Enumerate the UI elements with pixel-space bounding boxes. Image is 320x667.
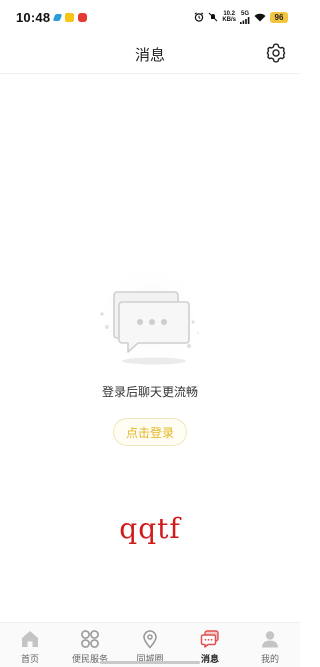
net-speed-unit: KB/s [222, 17, 236, 23]
gear-icon [266, 43, 286, 63]
status-bar-right: 10.2 KB/s 5G 96 [194, 11, 288, 24]
tab-home[interactable]: 首页 [0, 623, 60, 667]
empty-chat-illustration [95, 262, 205, 372]
wifi-icon [254, 13, 266, 21]
mute-icon [208, 12, 218, 22]
header: 消息 [0, 34, 300, 74]
bottom-tab-bar: 首页 便民服务 同城圈 消息 我的 [0, 622, 300, 667]
settings-button[interactable] [264, 41, 288, 65]
notification-icon-2 [65, 12, 75, 22]
notification-icon-1 [52, 13, 63, 21]
screen: 10:48 10.2 KB/s 5G 96 消息 登录后聊天更流畅 点击登录 q… [0, 0, 300, 667]
login-prompt-text: 登录后聊天更流畅 [101, 385, 198, 399]
battery-indicator: 96 [270, 11, 288, 23]
tab-label-profile: 我的 [260, 655, 279, 665]
signal-icon [240, 16, 250, 24]
tab-label-home: 首页 [20, 655, 39, 665]
page-title: 消息 [134, 46, 165, 64]
home-indicator [100, 661, 200, 664]
grid-icon [79, 628, 101, 650]
user-icon [259, 628, 281, 650]
notification-icon-3 [78, 12, 88, 22]
net-speed: 10.2 KB/s [222, 11, 236, 23]
cell-signal: 5G [240, 11, 250, 24]
watermark-text: qqtf [119, 512, 181, 545]
chat-icon [199, 628, 221, 650]
tab-profile[interactable]: 我的 [240, 623, 300, 667]
status-bar-left: 10:48 [16, 9, 88, 25]
status-time: 10:48 [16, 9, 51, 25]
location-icon [139, 628, 161, 650]
alarm-icon [194, 12, 204, 22]
home-icon [19, 628, 41, 650]
login-button[interactable]: 点击登录 [113, 418, 187, 446]
tab-label-messages: 消息 [200, 655, 219, 665]
status-bar: 10:48 10.2 KB/s 5G 96 [0, 0, 300, 34]
